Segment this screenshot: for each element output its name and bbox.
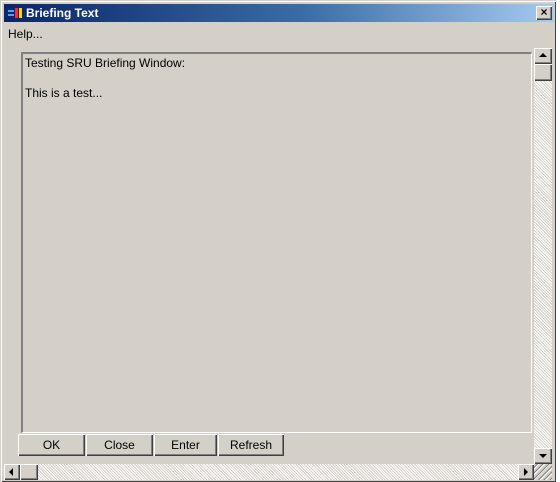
- enter-button[interactable]: Enter: [154, 434, 217, 456]
- scroll-up-button[interactable]: [534, 48, 552, 64]
- scroll-down-button[interactable]: [534, 448, 552, 464]
- briefing-line: This is a test...: [25, 86, 103, 100]
- vertical-scrollbar[interactable]: [534, 48, 552, 464]
- arrow-left-icon: [9, 468, 13, 476]
- arrow-right-icon: [524, 468, 528, 476]
- scroll-thumb[interactable]: [534, 64, 552, 81]
- briefing-window: Briefing Text × Help... Testing SRU Brie…: [0, 0, 556, 482]
- refresh-button[interactable]: Refresh: [218, 434, 284, 456]
- horizontal-scrollbar[interactable]: [4, 464, 534, 480]
- arrow-down-icon: [539, 454, 547, 458]
- close-button[interactable]: Close: [86, 434, 153, 456]
- scroll-right-button[interactable]: [518, 464, 534, 480]
- briefing-text-area[interactable]: Testing SRU Briefing Window: This is a t…: [21, 52, 532, 433]
- resize-grip-icon[interactable]: [534, 464, 552, 480]
- application-icon: [8, 6, 24, 20]
- window-title: Briefing Text: [26, 6, 99, 20]
- arrow-up-icon: [539, 53, 547, 57]
- scroll-left-button[interactable]: [4, 464, 20, 480]
- title-bar[interactable]: Briefing Text ×: [4, 4, 554, 22]
- horizontal-scroll-thumb[interactable]: [20, 464, 38, 480]
- ok-button[interactable]: OK: [18, 434, 85, 456]
- menu-item-help[interactable]: Help...: [8, 27, 43, 41]
- close-icon[interactable]: ×: [536, 6, 552, 20]
- briefing-line: Testing SRU Briefing Window:: [25, 56, 186, 70]
